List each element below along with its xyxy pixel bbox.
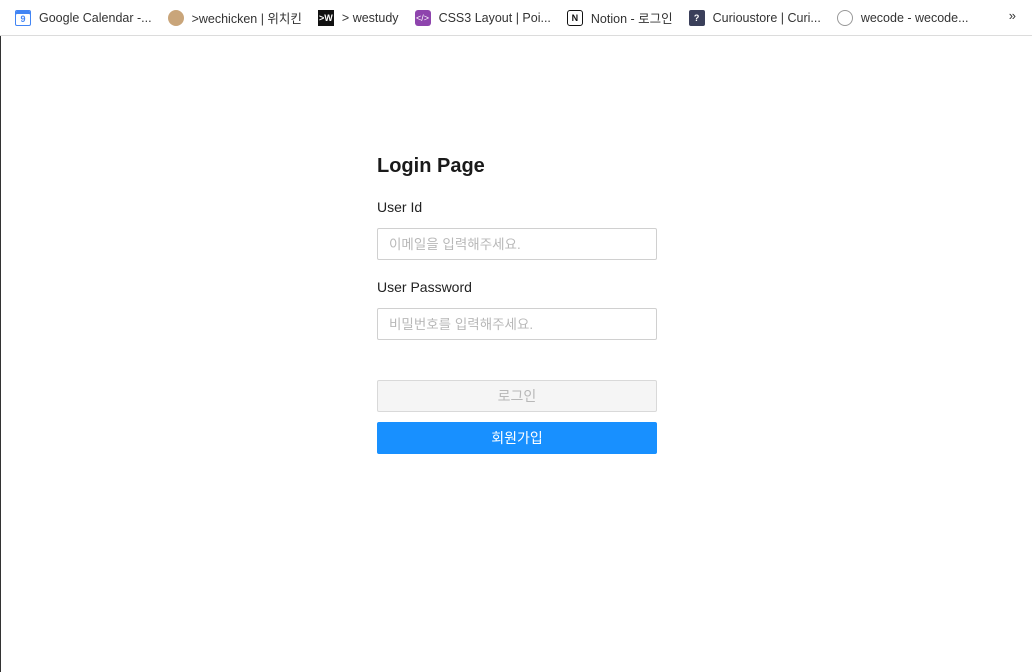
user-password-label: User Password [377, 279, 472, 295]
bookmark-css3-layout[interactable]: </> CSS3 Layout | Poi... [414, 6, 551, 30]
user-password-input[interactable] [377, 308, 657, 340]
bookmark-wechicken[interactable]: >wechicken | 위치킨 [167, 6, 302, 30]
google-calendar-icon: 9 [15, 9, 31, 26]
westudy-icon: >W [317, 9, 334, 26]
login-button[interactable]: 로그인 [377, 380, 657, 412]
bookmark-label: Curioustore | Curi... [712, 10, 821, 25]
bookmark-label: CSS3 Layout | Poi... [438, 10, 551, 25]
bookmarks-bar: 9 Google Calendar -... >wechicken | 위치킨 … [0, 0, 1032, 36]
bookmark-label: > westudy [341, 10, 399, 25]
signup-button[interactable]: 회원가입 [377, 422, 657, 454]
bookmark-label: >wechicken | 위치킨 [191, 12, 302, 26]
bookmark-label: Google Calendar -... [39, 10, 152, 25]
bookmark-westudy[interactable]: >W > westudy [317, 6, 399, 30]
question-icon: ? [688, 9, 705, 26]
wechicken-icon [167, 9, 184, 26]
bookmark-wecode[interactable]: wecode - wecode... [836, 6, 969, 30]
bookmark-label: Notion - 로그인 [590, 12, 673, 26]
code-icon: </> [414, 9, 431, 26]
login-form: Login Page User Id User Password 로그인 회원가… [377, 150, 657, 454]
window-edge [0, 36, 1, 672]
bookmark-notion[interactable]: N Notion - 로그인 [566, 6, 673, 30]
bookmark-google-calendar[interactable]: 9 Google Calendar -... [15, 6, 152, 30]
wecode-icon [836, 9, 853, 26]
user-id-input[interactable] [377, 228, 657, 260]
bookmarks-overflow-button[interactable]: » [1009, 8, 1016, 23]
page-title: Login Page [377, 155, 485, 177]
bookmark-curioustore[interactable]: ? Curioustore | Curi... [688, 6, 821, 30]
bookmark-label: wecode - wecode... [860, 10, 969, 25]
notion-icon: N [566, 9, 583, 26]
user-id-label: User Id [377, 199, 423, 215]
